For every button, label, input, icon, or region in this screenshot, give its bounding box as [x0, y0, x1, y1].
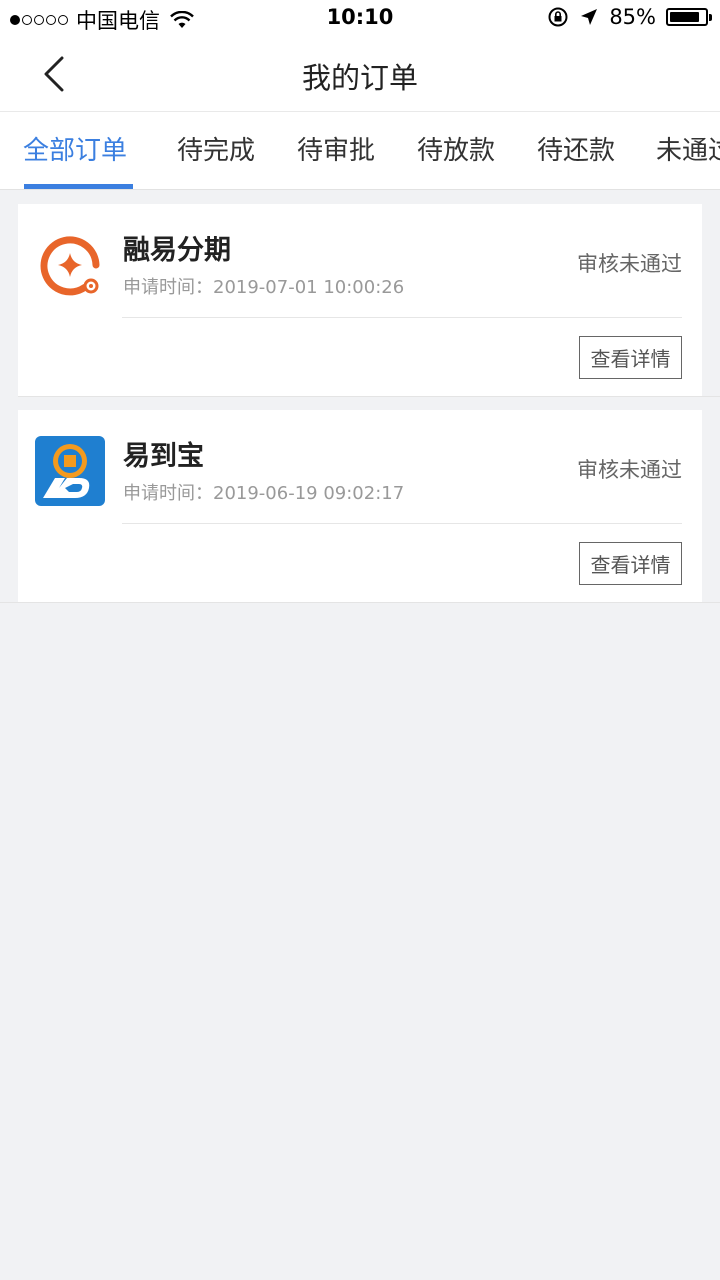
tab-pending-completion[interactable]: 待完成	[177, 130, 255, 167]
order-tabs: 全部订单 待完成 待审批 待放款 待还款 未通过	[0, 112, 720, 190]
coin-blue-app-icon	[35, 436, 105, 506]
battery-icon	[666, 8, 712, 26]
order-card: 融易分期 申请时间：2019-07-01 10:00:26 审核未通过 查看详情	[18, 204, 702, 396]
tab-rejected[interactable]: 未通过	[656, 130, 720, 167]
tab-pending-repayment[interactable]: 待还款	[537, 130, 615, 167]
product-name: 融易分期	[123, 235, 231, 266]
apply-time: 申请时间：2019-06-19 09:02:17	[123, 483, 405, 504]
page-title: 我的订单	[301, 61, 418, 95]
card-divider	[122, 317, 682, 318]
card-separator	[18, 396, 720, 397]
battery-percent: 85%	[609, 5, 656, 29]
order-card: 易到宝 申请时间：2019-06-19 09:02:17 审核未通过 查看详情	[18, 410, 702, 602]
view-details-button[interactable]: 查看详情	[579, 336, 682, 379]
location-arrow-icon	[581, 9, 598, 25]
order-status: 审核未通过	[577, 252, 682, 276]
apply-time: 申请时间：2019-07-01 10:00:26	[123, 277, 405, 298]
nav-bar: 我的订单	[0, 36, 720, 112]
tab-pending-disbursement[interactable]: 待放款	[417, 130, 495, 167]
coin-ring-icon	[40, 236, 100, 296]
order-status: 审核未通过	[577, 458, 682, 482]
product-name: 易到宝	[123, 441, 204, 472]
rotation-lock-icon	[548, 7, 568, 27]
tab-all-orders[interactable]: 全部订单	[23, 130, 127, 167]
view-details-button[interactable]: 查看详情	[579, 542, 682, 585]
card-divider	[122, 523, 682, 524]
active-tab-indicator	[24, 184, 133, 189]
card-separator	[0, 602, 720, 603]
status-bar: 中国电信 10:10 85%	[0, 0, 720, 36]
tab-pending-approval[interactable]: 待审批	[297, 130, 375, 167]
